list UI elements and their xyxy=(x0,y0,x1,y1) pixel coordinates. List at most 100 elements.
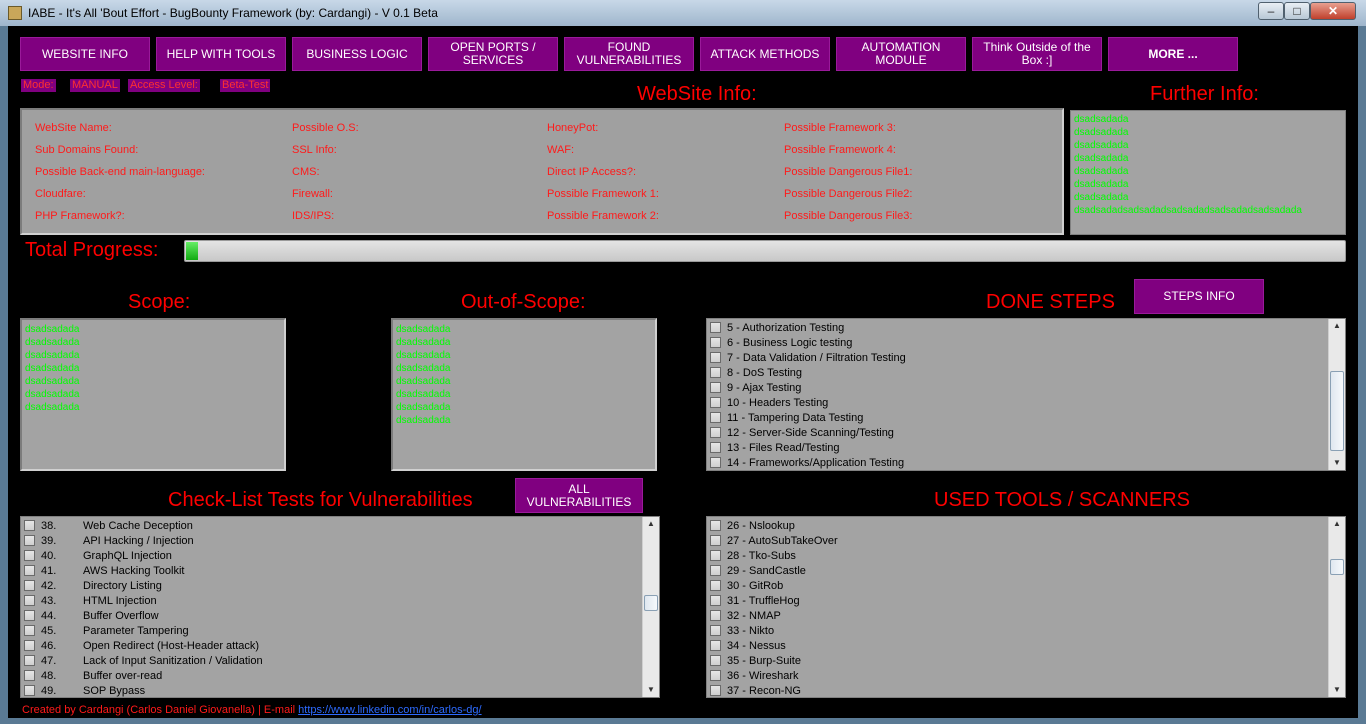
checkbox[interactable] xyxy=(24,685,35,696)
checkbox[interactable] xyxy=(710,535,721,546)
done-step-item[interactable]: 9 - Ajax Testing xyxy=(707,380,1327,395)
checkbox[interactable] xyxy=(710,610,721,621)
checklist-item[interactable]: 38. Web Cache Deception xyxy=(21,518,641,533)
done-step-item[interactable]: 8 - DoS Testing xyxy=(707,365,1327,380)
maximize-button[interactable]: □ xyxy=(1284,2,1310,20)
done-step-item[interactable]: 14 - Frameworks/Application Testing xyxy=(707,455,1327,470)
checkbox[interactable] xyxy=(710,322,721,333)
done-step-item[interactable]: 12 - Server-Side Scanning/Testing xyxy=(707,425,1327,440)
tool-item[interactable]: 34 - Nessus xyxy=(707,638,1327,653)
scroll-thumb[interactable] xyxy=(644,595,658,611)
close-button[interactable]: ✕ xyxy=(1310,2,1356,20)
tool-item[interactable]: 26 - Nslookup xyxy=(707,518,1327,533)
checkbox[interactable] xyxy=(710,565,721,576)
footer-link[interactable]: https://www.linkedin.com/in/carlos-dg/ xyxy=(298,704,481,716)
checkbox[interactable] xyxy=(24,550,35,561)
checklist-item[interactable]: 47. Lack of Input Sanitization / Validati… xyxy=(21,653,641,668)
checkbox[interactable] xyxy=(710,337,721,348)
checkbox[interactable] xyxy=(24,520,35,531)
checkbox[interactable] xyxy=(710,520,721,531)
tool-item[interactable]: 27 - AutoSubTakeOver xyxy=(707,533,1327,548)
done-step-item[interactable]: 13 - Files Read/Testing xyxy=(707,440,1327,455)
checkbox[interactable] xyxy=(710,655,721,666)
checkbox[interactable] xyxy=(24,535,35,546)
tool-label: 30 - GitRob xyxy=(727,579,784,592)
checkbox[interactable] xyxy=(710,457,721,468)
checkbox[interactable] xyxy=(710,427,721,438)
checkbox[interactable] xyxy=(710,382,721,393)
done-step-item[interactable]: 11 - Tampering Data Testing xyxy=(707,410,1327,425)
minimize-button[interactable]: – xyxy=(1258,2,1284,20)
scroll-up-icon[interactable]: ▲ xyxy=(643,517,659,531)
done-steps-scrollbar[interactable]: ▲ ▼ xyxy=(1328,319,1345,470)
done-step-item[interactable]: 10 - Headers Testing xyxy=(707,395,1327,410)
scope-textbox[interactable]: dsadsadada dsadsadada dsadsadada dsadsad… xyxy=(20,318,286,471)
nav-website-info[interactable]: WEBSITE INFO xyxy=(20,37,150,71)
checklist-item[interactable]: 42. Directory Listing xyxy=(21,578,641,593)
checkbox[interactable] xyxy=(24,655,35,666)
scroll-down-icon[interactable]: ▼ xyxy=(643,683,659,697)
tool-item[interactable]: 33 - Nikto xyxy=(707,623,1327,638)
checkbox[interactable] xyxy=(710,442,721,453)
scroll-down-icon[interactable]: ▼ xyxy=(1329,683,1345,697)
checkbox[interactable] xyxy=(24,595,35,606)
further-info-box[interactable]: dsadsadada dsadsadada dsadsadada dsadsad… xyxy=(1070,110,1346,235)
checkbox[interactable] xyxy=(710,640,721,651)
tool-item[interactable]: 32 - NMAP xyxy=(707,608,1327,623)
checkbox[interactable] xyxy=(24,565,35,576)
checkbox[interactable] xyxy=(710,352,721,363)
checkbox[interactable] xyxy=(24,640,35,651)
nav-open-ports[interactable]: OPEN PORTS / SERVICES xyxy=(428,37,558,71)
tool-item[interactable]: 29 - SandCastle xyxy=(707,563,1327,578)
checklist-item[interactable]: 44. Buffer Overflow xyxy=(21,608,641,623)
scroll-thumb[interactable] xyxy=(1330,559,1344,575)
nav-business-logic[interactable]: BUSINESS LOGIC xyxy=(292,37,422,71)
tool-label: 35 - Burp-Suite xyxy=(727,654,801,667)
tool-item[interactable]: 37 - Recon-NG xyxy=(707,683,1327,697)
checkbox[interactable] xyxy=(710,550,721,561)
checkbox[interactable] xyxy=(710,580,721,591)
checklist-item[interactable]: 45. Parameter Tampering xyxy=(21,623,641,638)
tool-item[interactable]: 28 - Tko-Subs xyxy=(707,548,1327,563)
checkbox[interactable] xyxy=(710,685,721,696)
checkbox[interactable] xyxy=(710,595,721,606)
out-of-scope-textbox[interactable]: dsadsadada dsadsadada dsadsadada dsadsad… xyxy=(391,318,657,471)
checklist-item[interactable]: 41. AWS Hacking Toolkit xyxy=(21,563,641,578)
scroll-thumb[interactable] xyxy=(1330,371,1344,451)
checklist-item[interactable]: 43. HTML Injection xyxy=(21,593,641,608)
nav-think-outside[interactable]: Think Outside of the Box :] xyxy=(972,37,1102,71)
nav-automation-module[interactable]: AUTOMATION MODULE xyxy=(836,37,966,71)
checkbox[interactable] xyxy=(710,397,721,408)
checkbox[interactable] xyxy=(24,580,35,591)
checkbox[interactable] xyxy=(710,412,721,423)
checklist-item[interactable]: 40. GraphQL Injection xyxy=(21,548,641,563)
checklist-item[interactable]: 46. Open Redirect (Host-Header attack) xyxy=(21,638,641,653)
steps-info-button[interactable]: STEPS INFO xyxy=(1134,279,1264,314)
checkbox[interactable] xyxy=(710,625,721,636)
checklist-item[interactable]: 39. API Hacking / Injection xyxy=(21,533,641,548)
checkbox[interactable] xyxy=(710,670,721,681)
tool-item[interactable]: 35 - Burp-Suite xyxy=(707,653,1327,668)
tool-item[interactable]: 36 - Wireshark xyxy=(707,668,1327,683)
checklist-scrollbar[interactable]: ▲ ▼ xyxy=(642,517,659,697)
nav-more[interactable]: MORE ... xyxy=(1108,37,1238,71)
checklist-item[interactable]: 49. SOP Bypass xyxy=(21,683,641,697)
checkbox[interactable] xyxy=(710,367,721,378)
checkbox[interactable] xyxy=(24,625,35,636)
scroll-down-icon[interactable]: ▼ xyxy=(1329,456,1345,470)
checklist-item[interactable]: 48. Buffer over-read xyxy=(21,668,641,683)
done-step-item[interactable]: 6 - Business Logic testing xyxy=(707,335,1327,350)
tools-scrollbar[interactable]: ▲ ▼ xyxy=(1328,517,1345,697)
tool-item[interactable]: 31 - TruffleHog xyxy=(707,593,1327,608)
scroll-up-icon[interactable]: ▲ xyxy=(1329,319,1345,333)
checkbox[interactable] xyxy=(24,670,35,681)
checkbox[interactable] xyxy=(24,610,35,621)
nav-found-vulnerabilities[interactable]: FOUND VULNERABILITIES xyxy=(564,37,694,71)
done-step-item[interactable]: 7 - Data Validation / Filtration Testing xyxy=(707,350,1327,365)
tool-item[interactable]: 30 - GitRob xyxy=(707,578,1327,593)
nav-attack-methods[interactable]: ATTACK METHODS xyxy=(700,37,830,71)
nav-help-with-tools[interactable]: HELP WITH TOOLS xyxy=(156,37,286,71)
done-step-item[interactable]: 5 - Authorization Testing xyxy=(707,320,1327,335)
all-vulnerabilities-button[interactable]: ALL VULNERABILITIES xyxy=(515,478,643,513)
scroll-up-icon[interactable]: ▲ xyxy=(1329,517,1345,531)
